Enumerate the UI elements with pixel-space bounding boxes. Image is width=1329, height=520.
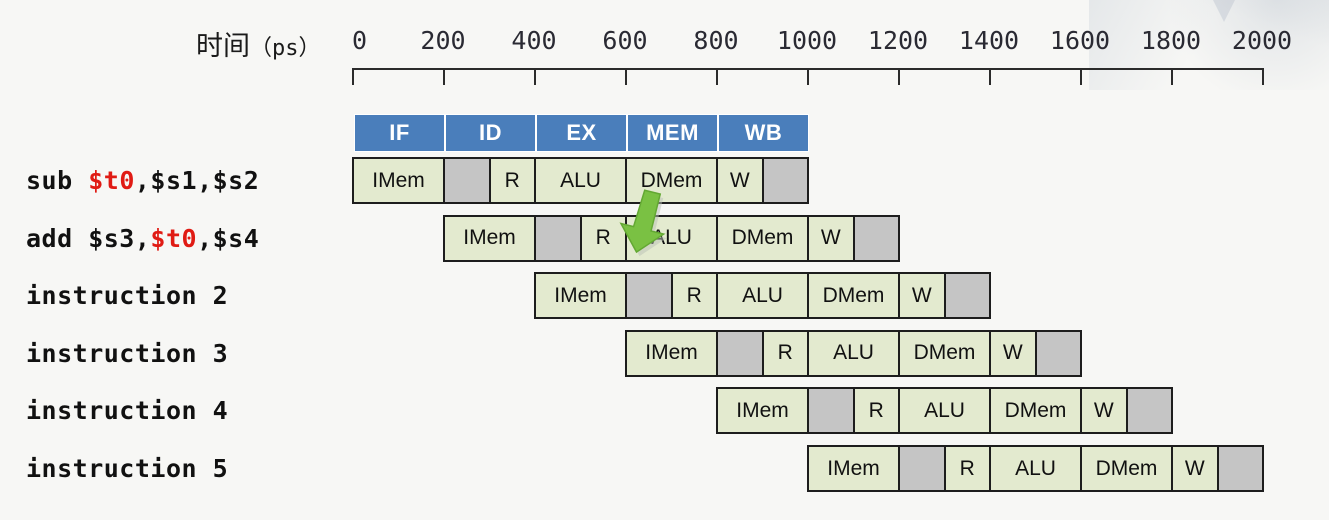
pipeline-cell-r: R <box>579 214 627 262</box>
axis-tick-mark <box>534 68 536 85</box>
pipeline-cell-r: R <box>670 272 718 320</box>
pipeline-cell-dmem: DMem <box>1080 445 1173 492</box>
axis-tick-mark <box>1262 68 1264 85</box>
pipeline-cell-idle <box>852 214 900 262</box>
pipeline-cell-idle <box>443 157 491 204</box>
axis-tick-label: 400 <box>511 26 557 55</box>
pipeline-cell-imem: IMem <box>534 272 627 320</box>
axis-tick-label: 0 <box>352 26 368 55</box>
pipeline-row: IMem R ALU DMem W <box>0 214 1329 262</box>
axis-tick-label: 1200 <box>867 26 929 55</box>
axis-tick-mark <box>898 68 900 85</box>
axis-tick-mark <box>989 68 991 85</box>
pipeline-cell-w: W <box>898 272 946 320</box>
pipeline-diagram: 时间（ps） 0 200 400 600 800 1000 1200 1400 1600 1800… <box>0 0 1329 520</box>
axis-tick-mark <box>625 68 627 85</box>
pipeline-cell-dmem: DMem <box>989 387 1082 435</box>
pipeline-cell-imem: IMem <box>625 329 718 377</box>
pipeline-cell-dmem: DMem <box>898 329 991 377</box>
pipeline-cell-alu: ALU <box>898 387 991 435</box>
axis-tick-label: 2000 <box>1231 26 1293 55</box>
pipeline-cell-idle <box>1216 445 1264 492</box>
axis-tick-label: 800 <box>693 26 739 55</box>
pipeline-cell-dmem: DMem <box>807 272 900 320</box>
stage-header-ex: EX <box>536 114 627 152</box>
pipeline-cell-dmem: DMem <box>716 214 809 262</box>
pipeline-cell-imem: IMem <box>716 387 809 435</box>
pipeline-cell-imem: IMem <box>807 445 900 492</box>
pipeline-cell-idle <box>1034 329 1082 377</box>
pipeline-cell-idle <box>943 272 991 320</box>
axis-tick-label: 1600 <box>1049 26 1111 55</box>
pipeline-cell-idle <box>716 329 764 377</box>
axis-tick-mark <box>716 68 718 85</box>
pipeline-cell-r: R <box>488 157 536 204</box>
pipeline-cell-w: W <box>1080 387 1128 435</box>
pipeline-cell-idle <box>761 157 809 204</box>
axis-tick-label: 1400 <box>958 26 1020 55</box>
axis-tick-mark <box>352 68 354 85</box>
pipeline-cell-r: R <box>852 387 900 435</box>
pipeline-cell-r: R <box>943 445 991 492</box>
axis-tick-mark <box>443 68 445 85</box>
pipeline-cell-idle <box>534 214 582 262</box>
pipeline-row: IMem R ALU DMem W <box>0 272 1329 320</box>
pipeline-row: IMem R ALU DMem W <box>0 445 1329 492</box>
axis-tick-label: 1800 <box>1140 26 1202 55</box>
pipeline-cell-idle <box>898 445 946 492</box>
pipeline-cell-alu: ALU <box>807 329 900 377</box>
pipeline-cell-w: W <box>716 157 764 204</box>
pipeline-row: IMem R ALU DMem W <box>0 329 1329 377</box>
pipeline-cell-w: W <box>807 214 855 262</box>
axis-tick-label: 600 <box>602 26 648 55</box>
pipeline-cell-idle <box>807 387 855 435</box>
pipeline-cell-imem: IMem <box>443 214 536 262</box>
pipeline-cell-alu: ALU <box>534 157 627 204</box>
pipeline-cell-idle <box>1125 387 1173 435</box>
stage-header-if: IF <box>354 114 445 152</box>
pipeline-cell-idle <box>625 272 673 320</box>
stage-header-wb: WB <box>718 114 809 152</box>
pipeline-cell-alu: ALU <box>989 445 1082 492</box>
pipeline-cell-w: W <box>1171 445 1219 492</box>
axis-tick-mark <box>1171 68 1173 85</box>
axis-tick-label: 200 <box>420 26 466 55</box>
pipeline-cell-alu: ALU <box>716 272 809 320</box>
time-axis-tick-labels: 0 200 400 600 800 1000 1200 1400 1600 1800 2000 <box>0 26 1329 60</box>
pipeline-cell-alu: ALU <box>625 214 718 262</box>
stage-header-id: ID <box>445 114 536 152</box>
stage-header-mem: MEM <box>627 114 718 152</box>
pipeline-cell-imem: IMem <box>352 157 445 204</box>
axis-tick-label: 1000 <box>776 26 838 55</box>
pipeline-cell-w: W <box>989 329 1037 377</box>
pipeline-row: IMem R ALU DMem W <box>0 387 1329 435</box>
pipeline-cell-r: R <box>761 329 809 377</box>
pipeline-row: IMem R ALU DMem W <box>0 157 1329 204</box>
axis-tick-mark <box>1080 68 1082 85</box>
pipeline-cell-dmem: DMem <box>625 157 718 204</box>
axis-tick-mark <box>807 68 809 85</box>
